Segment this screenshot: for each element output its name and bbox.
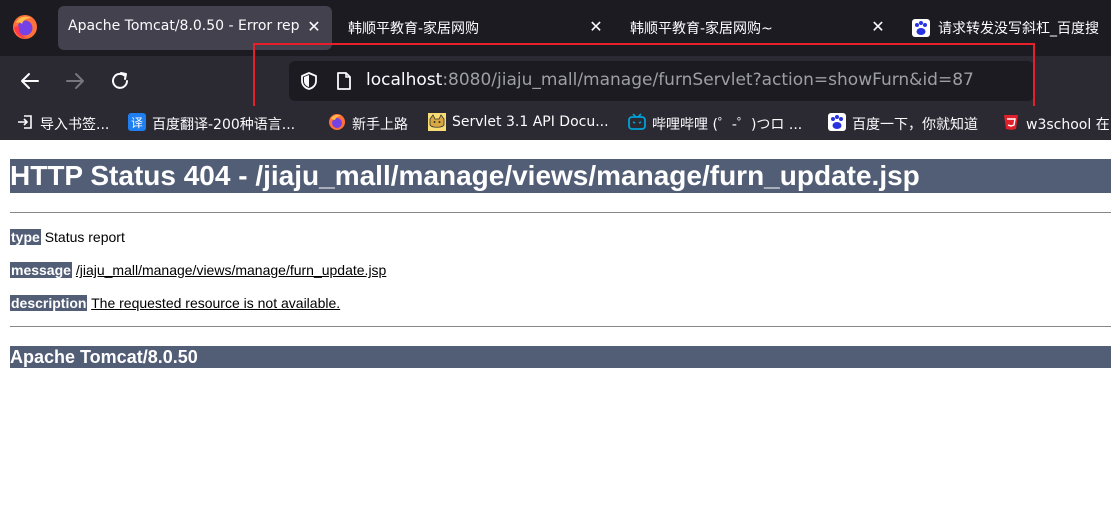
bookmark-label: 百度翻译-200种语言... <box>152 117 296 133</box>
close-icon[interactable]: ✕ <box>304 17 324 37</box>
message-label: message <box>10 262 72 278</box>
bookmark-label: Servlet 3.1 API Docu... <box>452 114 609 130</box>
bookmark-label: 导入书签... <box>40 117 110 133</box>
type-label: type <box>10 229 41 245</box>
bilibili-icon <box>628 113 646 130</box>
import-icon <box>18 115 32 129</box>
description-label: description <box>10 295 88 311</box>
message-value: /jiaju_mall/manage/views/manage/furn_upd… <box>75 262 387 278</box>
tab-title: 请求转发没写斜杠_百度搜 <box>938 21 1099 37</box>
baidu-icon <box>828 113 846 131</box>
bookmark-label: 百度一下，你就知道 <box>852 117 978 133</box>
page-content: HTTP Status 404 - /jiaju_mall/manage/vie… <box>0 140 1111 515</box>
divider <box>10 326 1111 327</box>
svg-text:译: 译 <box>131 116 143 130</box>
description-row: description The requested resource is no… <box>10 295 340 311</box>
bookmark-label: w3school 在 <box>1026 117 1110 133</box>
browser-chrome: Apache Tomcat/8.0.50 - Error rep ✕ 韩顺平教育… <box>0 0 1111 140</box>
message-row: message /jiaju_mall/manage/views/manage/… <box>10 262 386 278</box>
page-title: HTTP Status 404 - /jiaju_mall/manage/vie… <box>10 159 1111 193</box>
divider <box>10 212 1111 213</box>
tomcat-icon <box>428 113 446 131</box>
translate-icon: 译 <box>128 113 146 131</box>
bookmarks-toolbar: 导入书签... 译 百度翻译-200种语言... 新手上路 Servlet 3.… <box>0 106 1111 140</box>
w3school-icon <box>1004 115 1018 130</box>
annotation-highlight-box <box>253 43 1035 108</box>
bookmark-label: 新手上路 <box>352 117 408 133</box>
reload-icon[interactable] <box>104 65 136 97</box>
close-icon[interactable]: ✕ <box>586 17 606 37</box>
tab-title: 韩顺平教育-家居网购 <box>348 21 480 37</box>
type-value: Status report <box>44 229 125 245</box>
description-value: The requested resource is not available. <box>91 295 341 311</box>
bookmark-label: 哔哩哔哩 (゜-゜)つロ ... <box>652 117 803 133</box>
forward-arrow-icon[interactable] <box>59 65 91 97</box>
firefox-icon[interactable] <box>12 14 38 40</box>
server-footer: Apache Tomcat/8.0.50 <box>10 346 1111 368</box>
type-row: type Status report <box>10 229 125 245</box>
baidu-icon <box>912 19 930 37</box>
tab-title: Apache Tomcat/8.0.50 - Error rep <box>68 18 300 34</box>
tab-title: 韩顺平教育-家居网购~ <box>630 21 773 37</box>
back-arrow-icon[interactable] <box>14 65 46 97</box>
firefox-icon <box>329 114 345 130</box>
close-icon[interactable]: ✕ <box>868 17 888 37</box>
